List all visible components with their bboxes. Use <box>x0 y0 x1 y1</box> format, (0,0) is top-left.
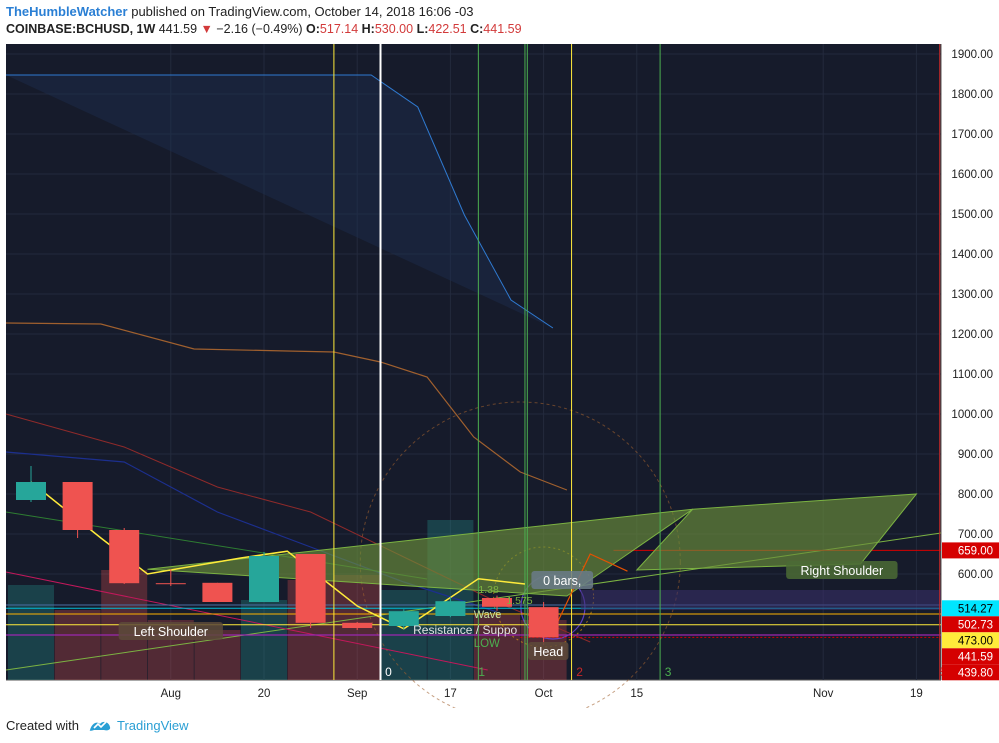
price-tick-label: 1300.00 <box>951 289 993 301</box>
price-tick-label: 1800.00 <box>951 89 993 101</box>
low-label: LOW <box>474 638 500 650</box>
right-shoulder-label: Right Shoulder <box>800 564 883 578</box>
price-chart[interactable]: Left Shoulder Head Right Shoulder 0 bars, Re… <box>0 42 999 723</box>
price-tick-label: 1400.00 <box>951 249 993 261</box>
fib-ratio-label: 1.575 <box>506 595 532 607</box>
wave-label: Wave <box>474 609 502 621</box>
candle-body <box>202 582 233 602</box>
candle-body <box>155 583 186 585</box>
candle-body <box>342 622 373 628</box>
created-with-text: Created with <box>6 718 79 733</box>
price-tick-label: 700.00 <box>958 529 993 541</box>
price-change: −2.16 (−0.49%) <box>216 22 303 36</box>
candle-body <box>528 607 559 638</box>
time-tick-label: 19 <box>910 688 923 700</box>
open-value: 517.14 <box>319 22 359 36</box>
marker-label: 2 <box>576 665 583 679</box>
time-tick-label: 20 <box>258 688 271 700</box>
high-value: 530.00 <box>374 22 414 36</box>
price-tag: 659.00 <box>958 545 993 557</box>
purple-zone <box>580 590 941 610</box>
candle-body <box>62 482 93 530</box>
chart-canvas[interactable]: Left Shoulder Head Right Shoulder 0 bars, Re… <box>0 42 999 723</box>
price-tick-label: 800.00 <box>958 489 993 501</box>
price-tick-label: 900.00 <box>958 449 993 461</box>
price-tick-label: 1000.00 <box>951 409 993 421</box>
time-axis[interactable] <box>6 680 941 708</box>
marker-label: 0 <box>385 665 392 679</box>
price-tick-label: 1700.00 <box>951 129 993 141</box>
tradingview-logo-icon[interactable] <box>88 717 112 733</box>
close-label: C: <box>470 22 484 36</box>
candle-body <box>295 554 326 623</box>
price-tag: 514.27 <box>958 603 993 615</box>
volume-bar <box>8 585 54 680</box>
candle-body <box>249 556 279 602</box>
time-tick-label: Oct <box>535 688 554 700</box>
published-text: published on TradingView.com, October 14… <box>131 4 474 19</box>
price-tick-label: 1600.00 <box>951 169 993 181</box>
last-price: 441.59 <box>158 22 198 36</box>
open-label: O: <box>306 22 320 36</box>
volume-bar <box>54 610 101 680</box>
candle-body <box>435 601 466 616</box>
resistance-label: Resistance / Suppo <box>413 623 517 637</box>
symbol-name: COINBASE:BCHUSD, 1W <box>6 22 156 36</box>
bars-label: 0 bars, <box>543 574 581 588</box>
volume-bar <box>241 600 287 680</box>
marker-label: 1 <box>478 665 485 679</box>
price-tick-label: 600.00 <box>958 569 993 581</box>
down-arrow-icon: ▼ <box>200 22 213 36</box>
price-tick-label: 1900.00 <box>951 49 993 61</box>
price-tick-label: 1200.00 <box>951 329 993 341</box>
low-value: 422.51 <box>428 22 467 36</box>
price-tag: 502.73 <box>958 619 993 631</box>
symbol-line: COINBASE:BCHUSD, 1W 441.59 ▼ −2.16 (−0.4… <box>6 22 522 36</box>
publication-line: TheHumbleWatcher published on TradingVie… <box>6 4 474 19</box>
fib-ratio-label: 1.38 <box>478 584 499 596</box>
price-tag: 441.59 <box>958 651 993 663</box>
price-tag: 473.00 <box>958 635 993 647</box>
chart-footer: Created with TradingView <box>0 708 999 743</box>
low-label: L: <box>416 22 429 36</box>
price-tag: 439.80 <box>958 667 993 679</box>
marker-label: 3 <box>665 665 672 679</box>
time-tick-label: Aug <box>161 688 181 700</box>
tradingview-link[interactable]: TradingView <box>117 718 189 733</box>
author-link[interactable]: TheHumbleWatcher <box>6 4 128 19</box>
time-tick-label: 15 <box>630 688 643 700</box>
price-tick-label: 1500.00 <box>951 209 993 221</box>
head-label: Head <box>533 645 563 659</box>
left-shoulder-label: Left Shoulder <box>134 625 208 639</box>
time-tick-label: Sep <box>347 688 367 700</box>
time-tick-label: 17 <box>444 688 457 700</box>
close-value: 441.59 <box>483 22 522 36</box>
candle-body <box>16 482 46 500</box>
candle-body <box>109 530 140 584</box>
price-tick-label: 1100.00 <box>952 369 993 381</box>
high-label: H: <box>361 22 375 36</box>
chart-header: TheHumbleWatcher published on TradingVie… <box>0 0 999 42</box>
time-tick-label: Nov <box>813 688 834 700</box>
